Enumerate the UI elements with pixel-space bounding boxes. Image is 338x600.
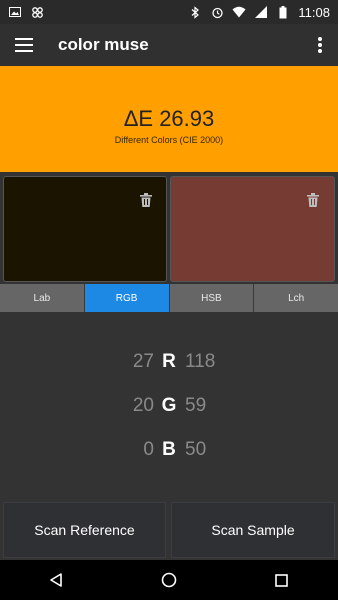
recents-icon[interactable] — [258, 560, 306, 600]
channel-values: 27 R 118 20 G 59 0 B 50 — [0, 312, 338, 502]
app-bar: color muse — [0, 24, 338, 66]
home-icon[interactable] — [145, 560, 193, 600]
sample-value: 50 — [185, 439, 207, 460]
reference-value: 0 — [143, 439, 154, 460]
reference-value: 27 — [132, 351, 154, 372]
trash-icon[interactable] — [140, 193, 154, 209]
navigation-bar — [0, 560, 338, 600]
notification-icon — [30, 5, 44, 19]
status-time: 11:08 — [298, 4, 330, 20]
bluetooth-icon — [188, 5, 202, 19]
channel-row-b: 0 B 50 — [0, 435, 338, 465]
delta-e-value: ΔE 26.93 — [123, 106, 215, 131]
alarm-icon — [210, 5, 224, 19]
reference-swatch[interactable] — [3, 176, 167, 282]
reference-value: 20 — [132, 395, 154, 416]
delta-panel: ΔE 26.93 Different Colors (CIE 2000) — [0, 66, 338, 172]
color-space-tabs: Lab RGB HSB Lch — [0, 284, 338, 312]
channel-row-g: 20 G 59 — [0, 391, 338, 421]
app-title: color muse — [58, 35, 149, 54]
status-right: 11:08 — [188, 5, 330, 20]
status-bar: 11:08 — [0, 0, 338, 24]
signal-icon — [254, 5, 268, 19]
wifi-icon — [232, 5, 246, 19]
scan-sample-button[interactable]: Scan Sample — [171, 502, 335, 558]
image-icon — [8, 5, 22, 19]
channel-label: B — [162, 439, 176, 460]
battery-icon — [276, 5, 290, 19]
channel-label: R — [162, 351, 176, 372]
swatch-area — [0, 172, 338, 284]
more-vert-icon[interactable] — [302, 24, 338, 66]
tab-hsb[interactable]: HSB — [169, 284, 255, 312]
sample-value: 59 — [185, 395, 207, 416]
tab-rgb[interactable]: RGB — [84, 284, 170, 312]
channel-row-r: 27 R 118 — [0, 347, 338, 377]
tab-lab[interactable]: Lab — [0, 284, 85, 312]
tab-lch[interactable]: Lch — [254, 284, 338, 312]
scan-reference-button[interactable]: Scan Reference — [3, 502, 166, 558]
back-icon[interactable] — [32, 560, 80, 600]
channel-label: G — [161, 395, 177, 416]
sample-value: 118 — [185, 351, 216, 372]
delta-description: Different Colors (CIE 2000) — [114, 135, 224, 145]
hamburger-menu-icon[interactable] — [0, 24, 48, 66]
sample-swatch[interactable] — [170, 176, 335, 282]
trash-icon[interactable] — [307, 193, 321, 209]
status-left — [8, 5, 44, 19]
